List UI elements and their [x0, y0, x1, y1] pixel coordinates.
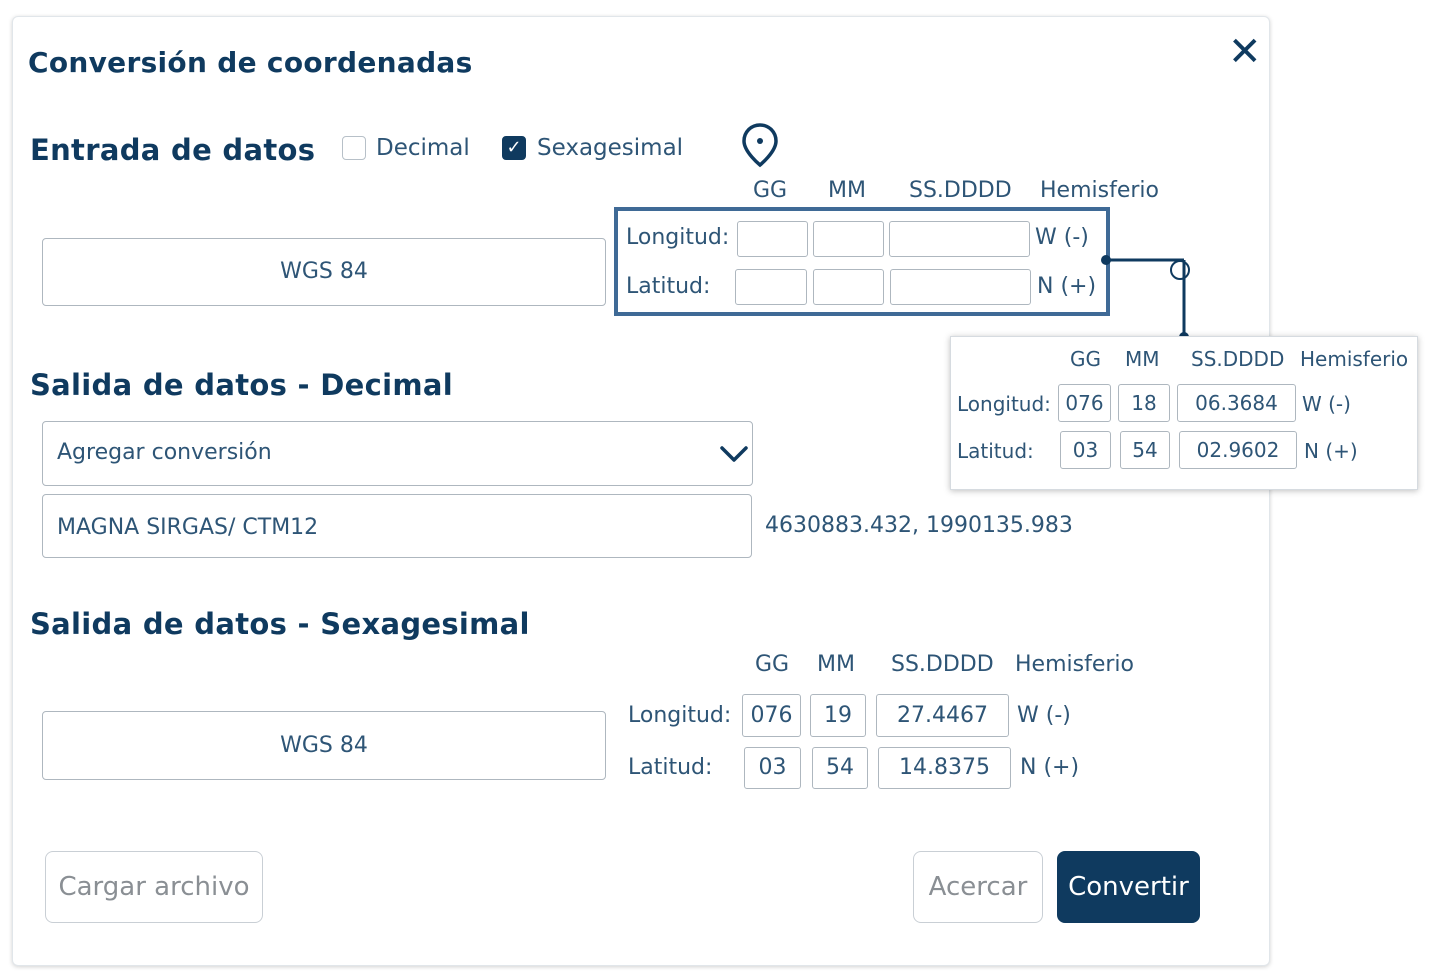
- example-longitud-hemisferio: W (-): [1302, 392, 1351, 416]
- example-longitud-ss: 06.3684: [1177, 384, 1296, 422]
- sexagesimal-label: Sexagesimal: [537, 135, 684, 161]
- example-longitud-gg: 076: [1058, 384, 1111, 422]
- cargar-archivo-button[interactable]: Cargar archivo: [45, 851, 263, 923]
- example-col-hemisferio: Hemisferio: [1300, 347, 1409, 371]
- salida-longitud-ss: 27.4467: [876, 694, 1009, 737]
- salida-datum-field[interactable]: WGS 84: [42, 711, 606, 780]
- salida-latitud-hemisferio: N (+): [1020, 755, 1080, 780]
- entrada-longitud-label: Longitud:: [626, 225, 730, 250]
- salida-latitud-label: Latitud:: [628, 755, 713, 780]
- salida-longitud-label: Longitud:: [628, 703, 732, 728]
- example-latitud-ss: 02.9602: [1179, 431, 1297, 469]
- entrada-col-hemisferio: Hemisferio: [1040, 178, 1159, 203]
- callout-connector: [1101, 255, 1190, 342]
- salida-col-gg: GG: [755, 652, 790, 677]
- example-col-mm: MM: [1125, 347, 1160, 371]
- salida-col-ss: SS.DDDD: [891, 652, 994, 677]
- example-longitud-mm: 18: [1118, 384, 1170, 422]
- entrada-latitud-gg-input[interactable]: [735, 269, 807, 305]
- salida-col-mm: MM: [817, 652, 855, 677]
- entrada-longitud-gg-input[interactable]: [737, 221, 808, 257]
- entrada-latitud-hemisferio[interactable]: N (+): [1037, 274, 1096, 299]
- decimal-checkbox[interactable]: [342, 136, 366, 160]
- example-col-ss: SS.DDDD: [1191, 347, 1285, 371]
- salida-latitud-ss: 14.8375: [878, 747, 1011, 789]
- agregar-conversion-dropdown[interactable]: Agregar conversión: [42, 421, 753, 486]
- conversion-system-field[interactable]: MAGNA SIRGAS/ CTM12: [42, 494, 752, 558]
- salida-sexagesimal-heading: Salida de datos - Sexagesimal: [30, 607, 530, 641]
- dialog-title: Conversión de coordenadas: [28, 46, 473, 79]
- salida-longitud-gg: 076: [742, 694, 801, 737]
- entrada-col-mm: MM: [828, 178, 866, 203]
- entrada-datum-field[interactable]: WGS 84: [42, 238, 606, 306]
- entrada-heading: Entrada de datos: [30, 133, 316, 167]
- decimal-result: 4630883.432, 1990135.983: [765, 513, 1073, 538]
- example-latitud-mm: 54: [1120, 431, 1170, 469]
- example-longitud-label: Longitud:: [957, 392, 1051, 416]
- salida-longitud-hemisferio: W (-): [1017, 703, 1071, 728]
- example-col-gg: GG: [1070, 347, 1101, 371]
- salida-decimal-heading: Salida de datos - Decimal: [30, 368, 453, 402]
- entrada-longitud-mm-input[interactable]: [813, 221, 884, 257]
- sexagesimal-checkbox[interactable]: ✓: [502, 136, 526, 160]
- example-latitud-hemisferio: N (+): [1304, 439, 1358, 463]
- example-latitud-gg: 03: [1060, 431, 1111, 469]
- dropdown-value: Agregar conversión: [57, 440, 272, 465]
- map-pin-icon[interactable]: [740, 122, 780, 168]
- entrada-latitud-label: Latitud:: [626, 274, 711, 299]
- example-latitud-label: Latitud:: [957, 439, 1034, 463]
- entrada-longitud-ss-input[interactable]: [889, 221, 1030, 257]
- conversion-system-name: MAGNA SIRGAS/ CTM12: [57, 515, 319, 540]
- salida-col-hemisferio: Hemisferio: [1015, 652, 1134, 677]
- entrada-col-gg: GG: [753, 178, 788, 203]
- acercar-button[interactable]: Acercar: [913, 851, 1043, 923]
- close-icon[interactable]: ✕: [1228, 32, 1262, 72]
- convertir-button[interactable]: Convertir: [1057, 851, 1200, 923]
- chevron-down-icon[interactable]: [719, 443, 749, 465]
- salida-latitud-gg: 03: [744, 747, 801, 789]
- entrada-longitud-hemisferio[interactable]: W (-): [1035, 225, 1089, 250]
- decimal-label: Decimal: [376, 135, 470, 161]
- salida-latitud-mm: 54: [812, 747, 868, 789]
- salida-longitud-mm: 19: [810, 694, 866, 737]
- entrada-latitud-mm-input[interactable]: [813, 269, 884, 305]
- entrada-latitud-ss-input[interactable]: [890, 269, 1031, 305]
- entrada-col-ss: SS.DDDD: [909, 178, 1012, 203]
